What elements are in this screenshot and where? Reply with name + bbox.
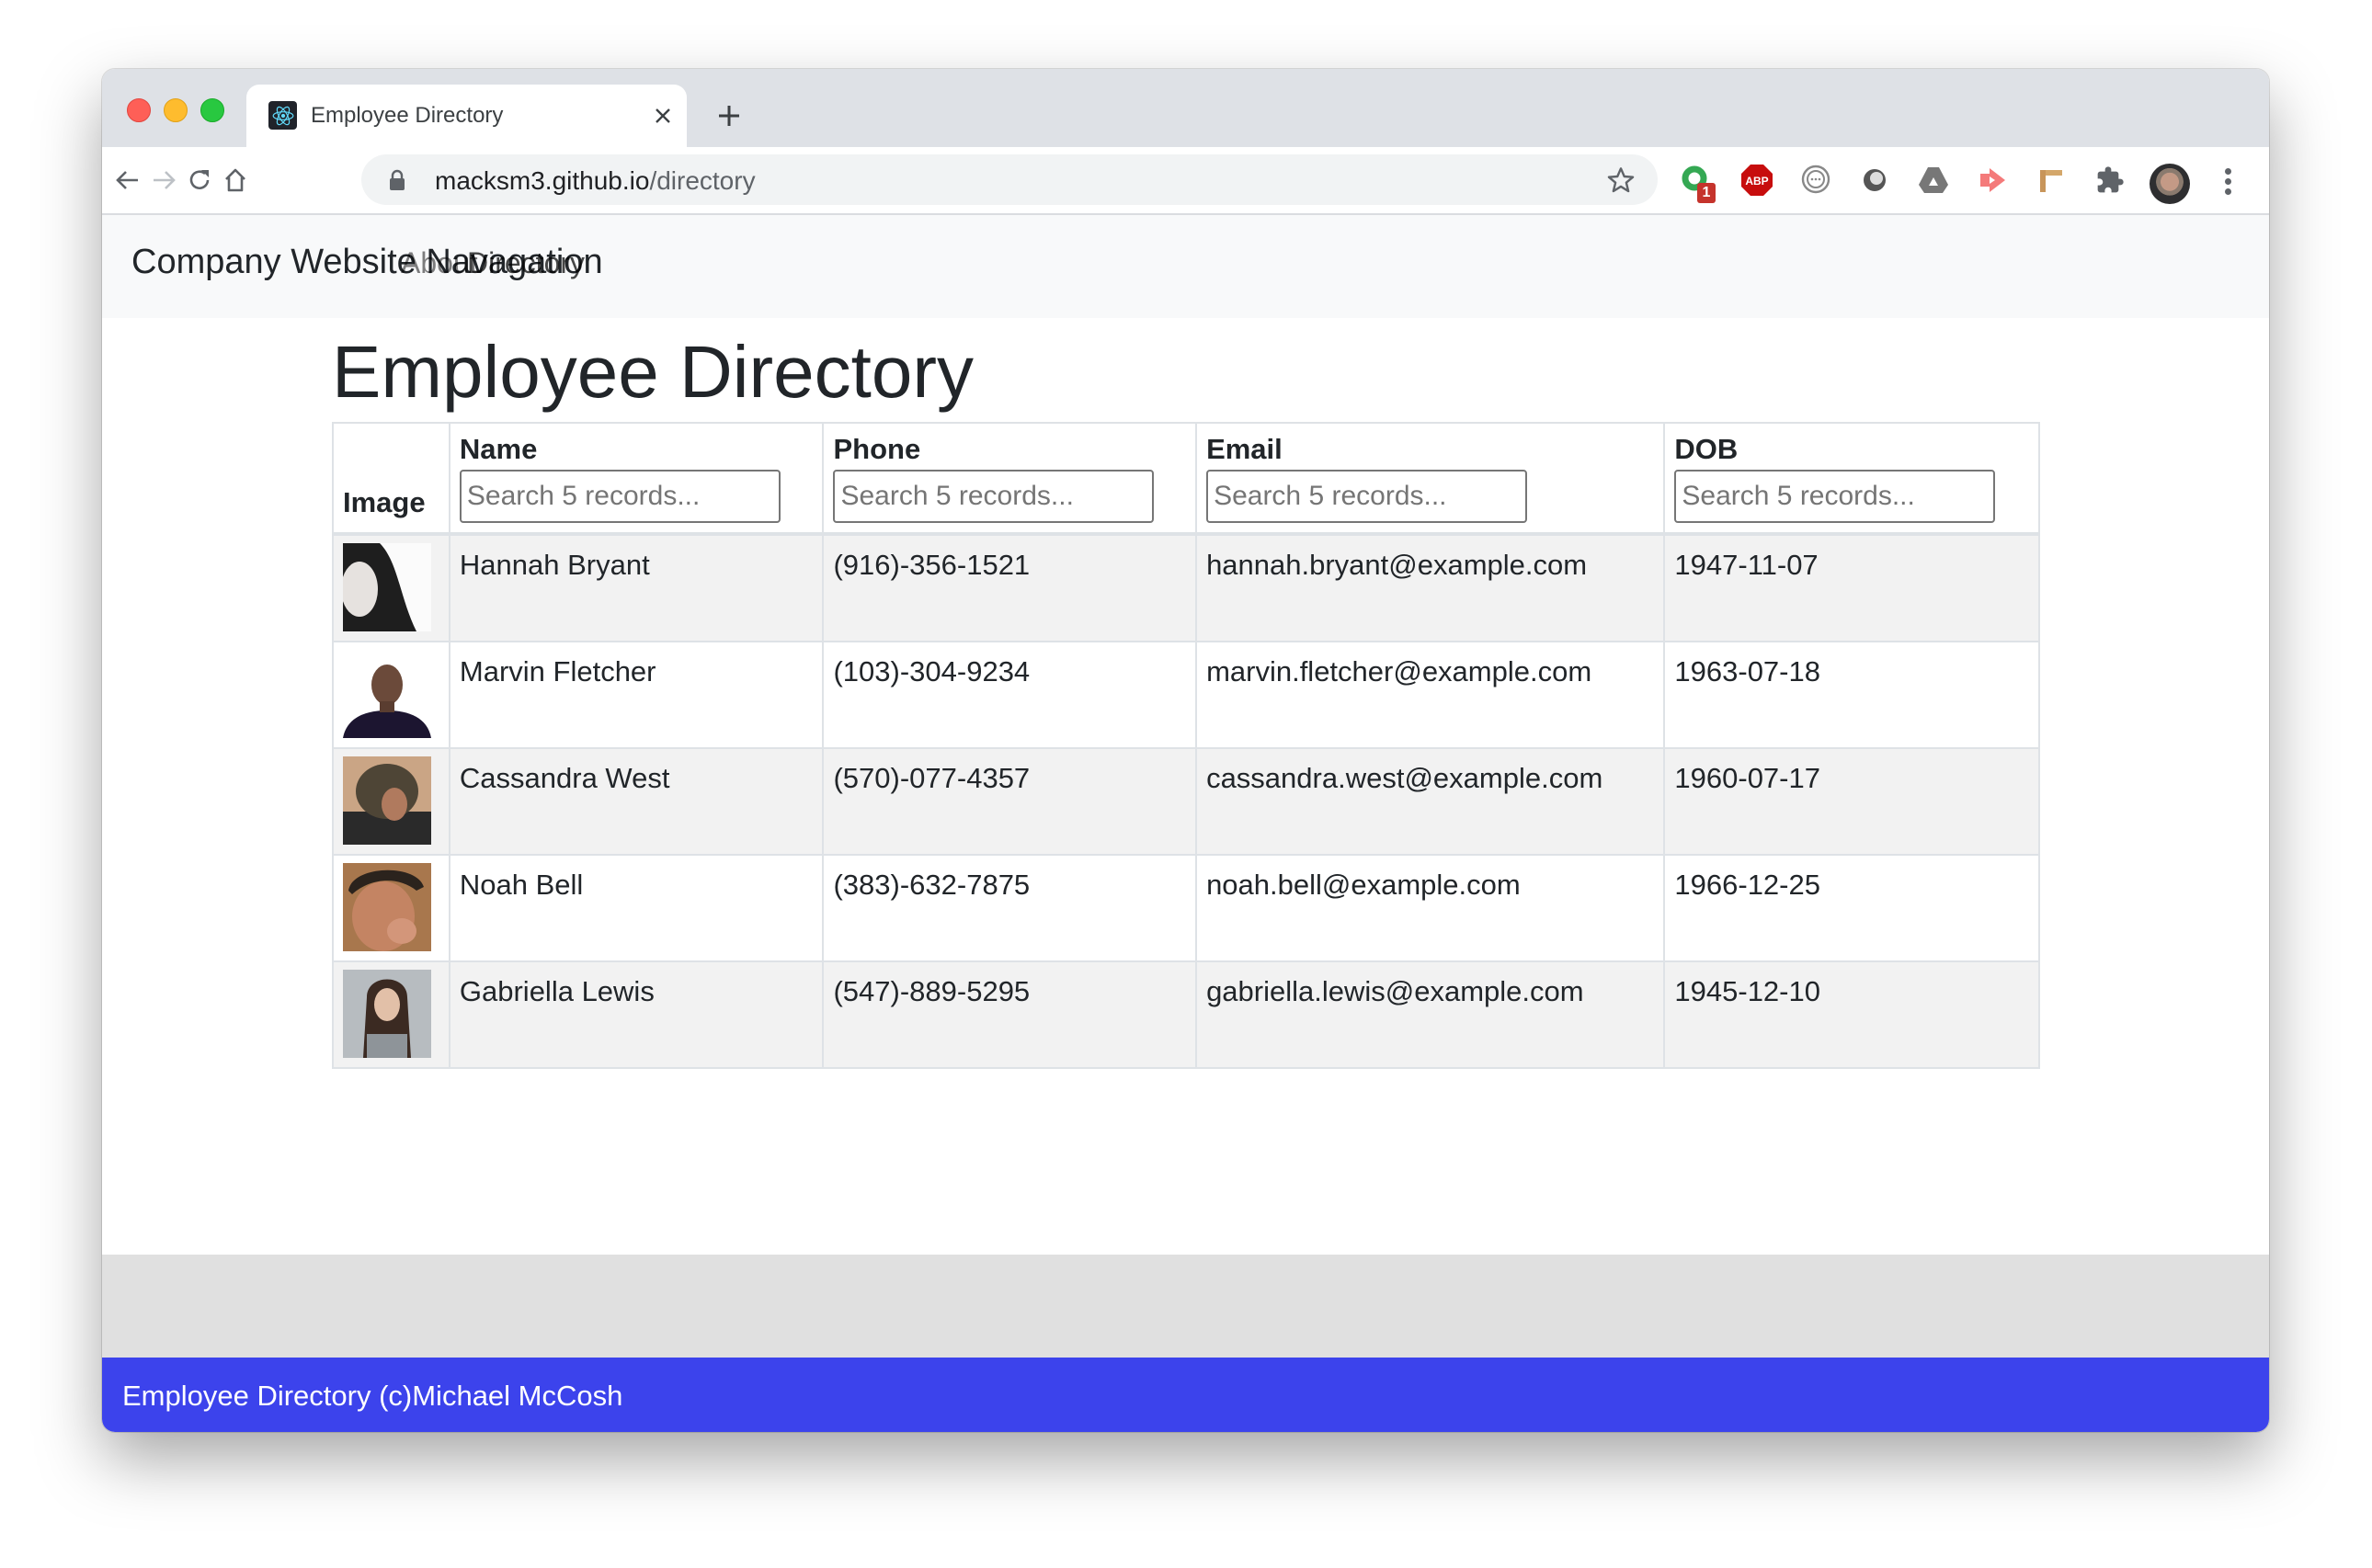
column-label: Name [459,433,538,465]
url-text: macksm3.github.io/directory [435,166,756,196]
phone-cell: (383)-632-7875 [822,854,1198,962]
reload-icon[interactable] [183,164,216,197]
browser-window: Employee Directory macksm3.github.io/dir… [102,69,2269,1432]
table-row: Noah Bell (383)-632-7875 noah.bell@examp… [332,854,2040,962]
table-header-row: Image Name Phone Email DOB [332,422,2040,536]
column-label: DOB [1674,433,1739,465]
tab-close-icon[interactable] [647,100,679,131]
dob-cell: 1947-11-07 [1663,533,2040,642]
employee-table: Image Name Phone Email DOB [332,422,2040,1069]
tab-title: Employee Directory [311,103,504,128]
extension-badge: 1 [1697,183,1716,203]
adblock-plus-icon[interactable]: ABP [1739,163,1774,198]
ruler-extension-icon[interactable] [2033,163,2068,198]
back-arrow-icon[interactable] [111,164,144,197]
site-footer: Employee Directory (c)Michael McCosh [102,1358,2269,1432]
address-bar[interactable]: macksm3.github.io/directory [361,154,1658,205]
green-ring-extension-icon[interactable]: 1 [1679,163,1716,203]
browser-menu-icon[interactable] [2217,165,2239,202]
close-window-button[interactable] [127,98,151,122]
column-header-email: Email [1195,422,1666,536]
footer-text: Employee Directory (c)Michael McCosh [122,1380,623,1412]
dob-cell: 1945-12-10 [1663,960,2040,1069]
photo-cell [332,960,450,1069]
dob-cell: 1966-12-25 [1663,854,2040,962]
column-label: Image [343,486,426,518]
phone-search-input[interactable] [833,470,1155,523]
table-row: Hannah Bryant (916)-356-1521 hannah.brya… [332,533,2040,642]
abp-label: ABP [1745,175,1768,187]
new-tab-plus-icon[interactable] [713,99,746,132]
lock-icon [389,169,405,196]
photo-cell [332,747,450,856]
site-navbar: Company Website Navagation About Directo… [102,215,2269,318]
url-host: macksm3.github.io [435,166,650,195]
email-cell: hannah.bryant@example.com [1195,533,1666,642]
red-arrow-extension-icon[interactable] [1975,163,2010,198]
extensions-puzzle-icon[interactable] [2093,163,2127,198]
cassandra-west-photo [343,756,431,845]
photo-cell [332,533,450,642]
dob-cell: 1963-07-18 [1663,641,2040,749]
tab-employee-directory[interactable]: Employee Directory [246,85,687,147]
home-icon[interactable] [219,164,252,197]
browser-toolbar: macksm3.github.io/directory 1 ABP [102,147,2269,215]
content-spacer-band [102,1255,2269,1358]
email-search-input[interactable] [1206,470,1528,523]
table-row: Cassandra West (570)-077-4357 cassandra.… [332,747,2040,856]
profile-avatar[interactable] [2150,164,2190,204]
hannah-bryant-photo [343,543,431,631]
chat-bubble-extension-icon[interactable] [1798,163,1833,198]
name-cell: Hannah Bryant [448,533,825,642]
grey-circle-extension-icon[interactable] [1857,163,1892,198]
table-row: Gabriella Lewis (547)-889-5295 gabriella… [332,960,2040,1069]
dob-cell: 1960-07-17 [1663,747,2040,856]
email-cell: marvin.fletcher@example.com [1195,641,1666,749]
column-header-phone: Phone [822,422,1198,536]
dob-search-input[interactable] [1674,470,1996,523]
name-cell: Cassandra West [448,747,825,856]
table-row: Marvin Fletcher (103)-304-9234 marvin.fl… [332,641,2040,749]
url-path: /directory [649,166,756,195]
column-header-image: Image [332,422,450,536]
column-label: Phone [833,433,921,465]
phone-cell: (547)-889-5295 [822,960,1198,1069]
gabriella-lewis-photo [343,970,431,1058]
phone-cell: (570)-077-4357 [822,747,1198,856]
email-cell: gabriella.lewis@example.com [1195,960,1666,1069]
name-cell: Marvin Fletcher [448,641,825,749]
google-drive-icon[interactable] [1916,163,1951,198]
column-header-dob: DOB [1663,422,2040,536]
name-search-input[interactable] [459,470,781,523]
noah-bell-photo [343,863,431,951]
name-cell: Gabriella Lewis [448,960,825,1069]
photo-cell [332,641,450,749]
phone-cell: (103)-304-9234 [822,641,1198,749]
column-label: Email [1206,433,1283,465]
name-cell: Noah Bell [448,854,825,962]
page-content: Company Website Navagation About Directo… [102,215,2269,1432]
nav-link-directory[interactable]: Directory [467,246,585,280]
forward-arrow-icon[interactable] [147,164,180,197]
tab-strip: Employee Directory [102,69,2269,147]
email-cell: cassandra.west@example.com [1195,747,1666,856]
minimize-window-button[interactable] [164,98,188,122]
column-header-name: Name [448,422,825,536]
bookmark-star-icon[interactable] [1606,165,1636,199]
page-title: Employee Directory [332,331,975,413]
zoom-window-button[interactable] [200,98,224,122]
phone-cell: (916)-356-1521 [822,533,1198,642]
photo-cell [332,854,450,962]
react-logo-icon [268,101,297,130]
marvin-fletcher-photo [343,650,431,738]
email-cell: noah.bell@example.com [1195,854,1666,962]
